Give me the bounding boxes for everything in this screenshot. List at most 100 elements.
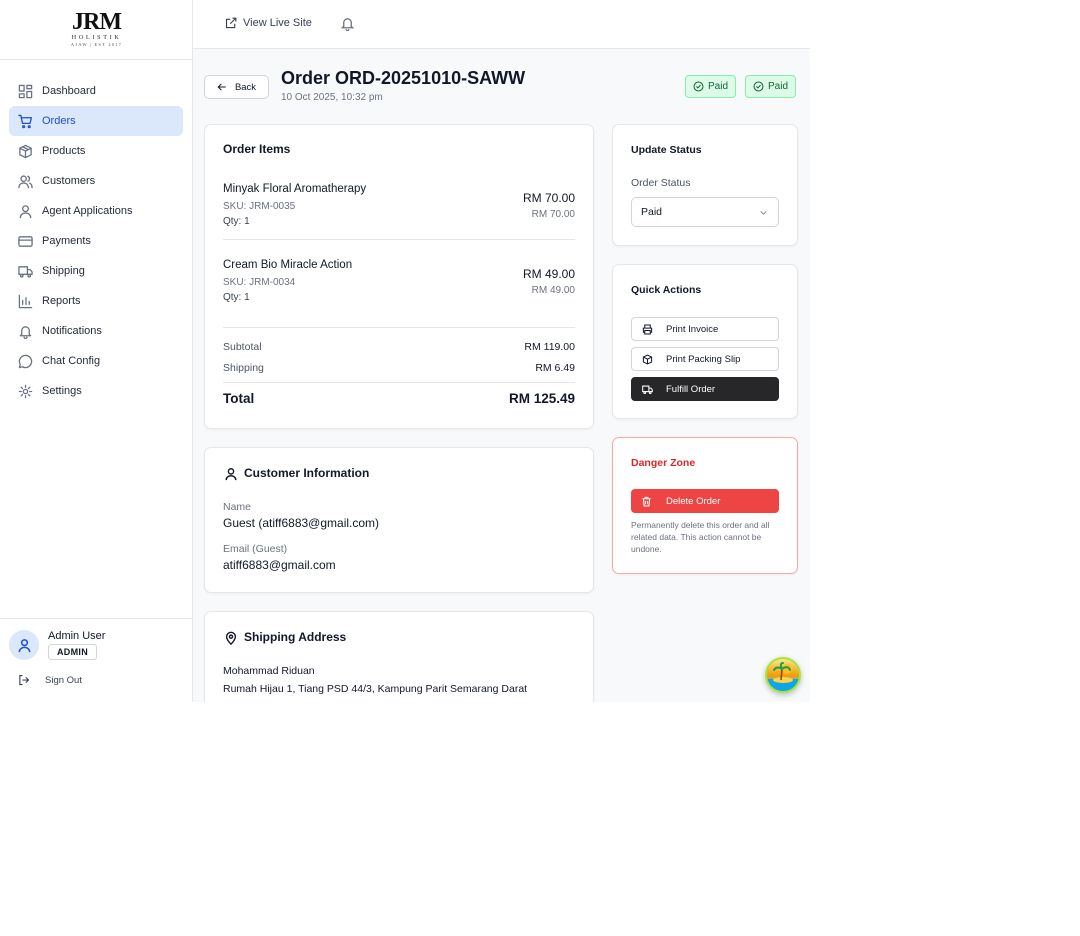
customer-info-title: Customer Information	[244, 466, 370, 480]
sidebar-item-label: Shipping	[42, 265, 85, 277]
order-items-card: Order Items Minyak Floral Aromatherapy S…	[204, 124, 594, 429]
sidebar-item-customers[interactable]: Customers	[9, 166, 183, 196]
shipping-recipient: Mohammad Riduan	[223, 665, 315, 677]
print-invoice-button[interactable]: Print Invoice	[631, 317, 779, 341]
user-icon	[224, 467, 238, 481]
sidebar-nav: Dashboard Orders Products Customers Agen…	[9, 76, 183, 406]
check-circle-icon	[693, 81, 704, 92]
quick-actions-title: Quick Actions	[631, 284, 702, 296]
sidebar-item-shipping[interactable]: Shipping	[9, 256, 183, 286]
sidebar-item-label: Dashboard	[42, 85, 96, 97]
sidebar-item-settings[interactable]: Settings	[9, 376, 183, 406]
update-status-card: Update Status Order Status Paid	[612, 124, 798, 246]
users-icon	[18, 174, 33, 189]
fulfill-order-label: Fulfill Order	[666, 383, 716, 395]
sidebar-item-label: Products	[42, 145, 86, 157]
sidebar-item-products[interactable]: Products	[9, 136, 183, 166]
item-name: Cream Bio Miracle Action	[223, 259, 353, 271]
delete-order-label: Delete Order	[666, 495, 721, 507]
print-invoice-label: Print Invoice	[666, 323, 719, 335]
check-circle-icon	[753, 81, 764, 92]
order-status-label: Order Status	[631, 177, 691, 189]
top-bar: View Live Site	[193, 0, 810, 49]
sidebar-item-dashboard[interactable]: Dashboard	[9, 76, 183, 106]
update-status-title: Update Status	[631, 144, 702, 156]
sidebar-item-reports[interactable]: Reports	[9, 286, 183, 316]
sidebar-item-agent-applications[interactable]: Agent Applications	[9, 196, 183, 226]
sidebar-item-label: Orders	[42, 115, 76, 127]
notifications-button[interactable]	[340, 16, 356, 32]
status-badge-label: Paid	[708, 81, 729, 92]
shipping-address-title: Shipping Address	[244, 630, 347, 644]
sidebar-item-label: Payments	[42, 235, 91, 247]
admin-app: JRM HOLISTIK AJAW | EST 2017 Dashboard O…	[0, 0, 810, 702]
printer-icon	[642, 324, 653, 334]
bar-chart-icon	[18, 294, 33, 309]
sidebar: JRM HOLISTIK AJAW | EST 2017 Dashboard O…	[0, 0, 193, 702]
external-link-icon	[225, 17, 237, 29]
sidebar-item-label: Customers	[42, 175, 96, 187]
status-badge-label: Paid	[768, 81, 789, 92]
sign-out-label: Sign Out	[45, 674, 82, 686]
shipping-address-card: Shipping Address Mohammad Riduan Rumah H…	[204, 611, 594, 702]
print-packing-slip-label: Print Packing Slip	[666, 353, 741, 365]
item-qty: Qty: 1	[223, 216, 250, 227]
divider	[223, 239, 575, 240]
sidebar-item-payments[interactable]: Payments	[9, 226, 183, 256]
truck-icon	[642, 385, 653, 394]
print-packing-slip-button[interactable]: Print Packing Slip	[631, 347, 779, 371]
back-button[interactable]: Back	[204, 75, 269, 99]
chat-widget-button[interactable]	[765, 657, 801, 693]
danger-zone-title: Danger Zone	[631, 457, 696, 469]
order-items-title: Order Items	[223, 142, 291, 156]
quick-actions-card: Quick Actions Print Invoice Print Packin…	[612, 264, 798, 419]
subtotal-value: RM 119.00	[524, 341, 575, 353]
total-label: Total	[223, 391, 255, 406]
sign-out-button[interactable]: Sign Out	[18, 674, 82, 686]
sidebar-item-label: Chat Config	[42, 355, 101, 367]
user-icon	[18, 204, 33, 219]
view-live-site-label: View Live Site	[243, 17, 312, 29]
tropical-island-icon	[767, 662, 799, 691]
item-price: RM 70.00	[522, 191, 575, 205]
item-unit-price: RM 49.00	[531, 285, 575, 296]
map-pin-icon	[224, 631, 238, 646]
danger-zone-note: Permanently delete this order and all re…	[631, 520, 770, 554]
order-status-badge: Paid	[745, 75, 797, 98]
divider	[223, 327, 575, 328]
shipping-value: RM 6.49	[535, 362, 575, 374]
dashboard-icon	[18, 84, 33, 99]
avatar[interactable]	[9, 630, 39, 660]
sidebar-item-chat-config[interactable]: Chat Config	[9, 346, 183, 376]
danger-zone-card: Danger Zone Delete Order Permanently del…	[612, 437, 798, 574]
arrow-left-icon	[217, 83, 226, 91]
total-value: RM 125.49	[508, 391, 575, 406]
gear-icon	[18, 384, 33, 399]
order-status-select[interactable]: Paid	[631, 197, 779, 227]
brand-logo[interactable]: JRM HOLISTIK AJAW | EST 2017	[0, 0, 193, 60]
sidebar-item-label: Reports	[42, 295, 81, 307]
subtotal-label: Subtotal	[223, 341, 262, 353]
customer-name-label: Name	[223, 501, 252, 513]
fulfill-order-button[interactable]: Fulfill Order	[631, 377, 779, 401]
user-panel: Admin User ADMIN Sign Out	[0, 618, 193, 702]
sidebar-item-orders[interactable]: Orders	[9, 106, 183, 136]
customer-name: Guest (atiff6883@gmail.com)	[223, 516, 380, 530]
cart-icon	[18, 114, 33, 129]
chevron-down-icon	[760, 211, 767, 215]
customer-email: atiff6883@gmail.com	[223, 558, 336, 572]
view-live-site-link[interactable]: View Live Site	[225, 17, 312, 29]
order-date: 10 Oct 2025, 10:32 pm	[281, 92, 383, 103]
truck-icon	[18, 264, 33, 279]
customer-info-card: Customer Information Name Guest (atiff68…	[204, 447, 594, 593]
sidebar-item-notifications[interactable]: Notifications	[9, 316, 183, 346]
item-price: RM 49.00	[522, 267, 575, 281]
box-icon	[18, 144, 33, 159]
delete-order-button[interactable]: Delete Order	[631, 489, 779, 513]
sidebar-item-label: Agent Applications	[42, 205, 133, 217]
logo-mark: JRM	[72, 9, 122, 35]
divider	[223, 382, 575, 383]
order-status-value: Paid	[641, 206, 663, 218]
logo-word: HOLISTIK	[71, 34, 122, 41]
chat-icon	[18, 354, 33, 369]
